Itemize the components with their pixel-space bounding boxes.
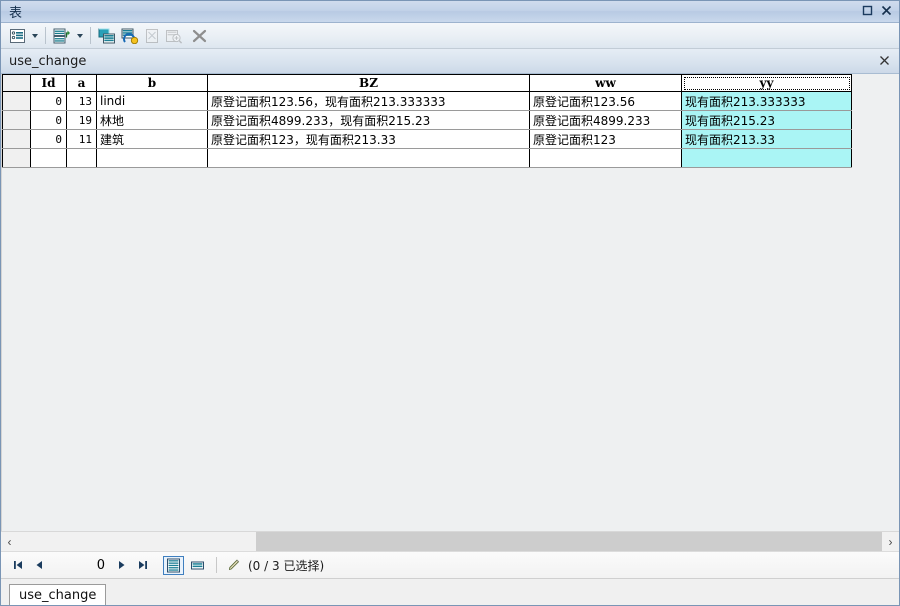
window-title: 表: [9, 6, 23, 21]
clear-selection-icon: [146, 28, 158, 43]
window-controls: [861, 4, 893, 17]
cell-a[interactable]: 19: [66, 110, 97, 130]
row-selector[interactable]: [2, 129, 31, 149]
cell-bz[interactable]: 原登记面积123.56，现有面积213.333333: [207, 91, 530, 111]
cell-a[interactable]: 11: [66, 129, 97, 149]
record-navigation-bar: 0 (0 / 3 已选择): [1, 551, 899, 578]
table-row[interactable]: 0 19 林地 原登记面积4899.233，现有面积215.23 原登记面积48…: [2, 110, 852, 130]
attribute-table-grid-area[interactable]: Id a b BZ ww yy 0 13 lindi 原登记面积123.56，现…: [1, 74, 899, 531]
related-tables-icon: [53, 28, 70, 43]
cell-yy[interactable]: 现有面积213.33: [681, 129, 852, 149]
cell-yy[interactable]: 现有面积213.333333: [681, 91, 852, 111]
maximize-icon[interactable]: [861, 4, 874, 17]
refresh-table-button[interactable]: [119, 25, 141, 47]
cell-yy[interactable]: 现有面积215.23: [681, 110, 852, 130]
window-titlebar: 表: [1, 1, 899, 23]
table-panel-header: use_change: [1, 49, 899, 74]
table-tab-strip: use_change: [1, 578, 899, 605]
toolbar-separator-2: [90, 27, 91, 44]
selected-records-view-icon[interactable]: [187, 556, 208, 575]
table-row[interactable]: 0 13 lindi 原登记面积123.56，现有面积213.333333 原登…: [2, 91, 852, 111]
cell-a[interactable]: [66, 148, 97, 168]
table-window: 表 use_change Id a b BZ ww yy 0 13 lindi …: [0, 0, 900, 606]
cell-ww[interactable]: 原登记面积123: [529, 129, 682, 149]
add-table-button[interactable]: [96, 25, 118, 47]
tab-use-change[interactable]: use_change: [9, 584, 107, 605]
record-number-field[interactable]: 0: [51, 558, 109, 573]
cell-bz[interactable]: [207, 148, 530, 168]
scroll-right-icon[interactable]: ›: [882, 532, 899, 551]
attribute-table: Id a b BZ ww yy 0 13 lindi 原登记面积123.56，现…: [2, 74, 852, 168]
delete-x-icon: [192, 29, 207, 42]
table-row[interactable]: 0 11 建筑 原登记面积123，现有面积213.33 原登记面积123 现有面…: [2, 129, 852, 149]
cell-a[interactable]: 13: [66, 91, 97, 111]
tab-label: use_change: [19, 587, 97, 603]
delete-button: [186, 25, 209, 47]
cell-id[interactable]: 0: [30, 91, 67, 111]
clear-selection-button: [142, 25, 162, 47]
add-table-icon: [98, 28, 115, 43]
previous-record-icon[interactable]: [30, 556, 48, 574]
cell-yy[interactable]: [681, 148, 852, 168]
scrollbar-thumb[interactable]: [18, 532, 256, 551]
table-options-dropdown-arrow[interactable]: [29, 25, 40, 47]
close-icon[interactable]: [880, 4, 893, 17]
scroll-left-icon[interactable]: ‹: [1, 532, 18, 551]
table-name-label: use_change: [9, 53, 87, 69]
table-options-button[interactable]: [7, 25, 28, 47]
row-selector[interactable]: [2, 91, 31, 111]
column-header-id[interactable]: Id: [30, 74, 67, 92]
last-record-icon[interactable]: [133, 556, 151, 574]
related-tables-dropdown-arrow[interactable]: [74, 25, 85, 47]
table-header-row: Id a b BZ ww yy: [2, 74, 852, 92]
row-selector[interactable]: [2, 148, 31, 168]
cell-id[interactable]: 0: [30, 110, 67, 130]
horizontal-scrollbar[interactable]: ‹ ›: [1, 531, 899, 551]
toolbar-separator-1: [45, 27, 46, 44]
table-panel: use_change Id a b BZ ww yy 0 13 lindi 原登…: [1, 49, 899, 578]
column-header-a[interactable]: a: [66, 74, 97, 92]
row-selector[interactable]: [2, 110, 31, 130]
cell-b[interactable]: 建筑: [96, 129, 208, 149]
select-all-corner[interactable]: [2, 74, 31, 92]
cell-id[interactable]: 0: [30, 129, 67, 149]
zoom-to-selection-button: [163, 25, 185, 47]
cell-bz[interactable]: 原登记面积123，现有面积213.33: [207, 129, 530, 149]
scrollbar-track[interactable]: [18, 532, 882, 551]
table-toolbar: [1, 23, 899, 49]
cell-b[interactable]: [96, 148, 208, 168]
cell-id[interactable]: [30, 148, 67, 168]
column-header-ww[interactable]: ww: [529, 74, 682, 92]
cell-ww[interactable]: 原登记面积4899.233: [529, 110, 682, 130]
zoom-to-selection-icon: [166, 29, 183, 44]
cell-b[interactable]: lindi: [96, 91, 208, 111]
cell-ww[interactable]: 原登记面积123.56: [529, 91, 682, 111]
table-options-icon: [10, 28, 25, 43]
panel-close-icon[interactable]: [878, 54, 891, 67]
cell-b[interactable]: 林地: [96, 110, 208, 130]
related-tables-button[interactable]: [51, 25, 73, 47]
next-record-icon[interactable]: [112, 556, 130, 574]
selection-status-text: (0 / 3 已选择): [248, 558, 325, 573]
edit-pencil-icon[interactable]: [225, 556, 243, 574]
column-header-b[interactable]: b: [96, 74, 208, 92]
cell-bz[interactable]: 原登记面积4899.233，现有面积215.23: [207, 110, 530, 130]
statusbar-separator: [216, 557, 217, 573]
table-view-icon[interactable]: [163, 555, 184, 575]
first-record-icon[interactable]: [9, 556, 27, 574]
cell-ww[interactable]: [529, 148, 682, 168]
column-header-yy[interactable]: yy: [681, 74, 852, 92]
table-row-blank[interactable]: [2, 148, 852, 168]
refresh-table-icon: [121, 28, 139, 44]
column-header-bz[interactable]: BZ: [207, 74, 530, 92]
